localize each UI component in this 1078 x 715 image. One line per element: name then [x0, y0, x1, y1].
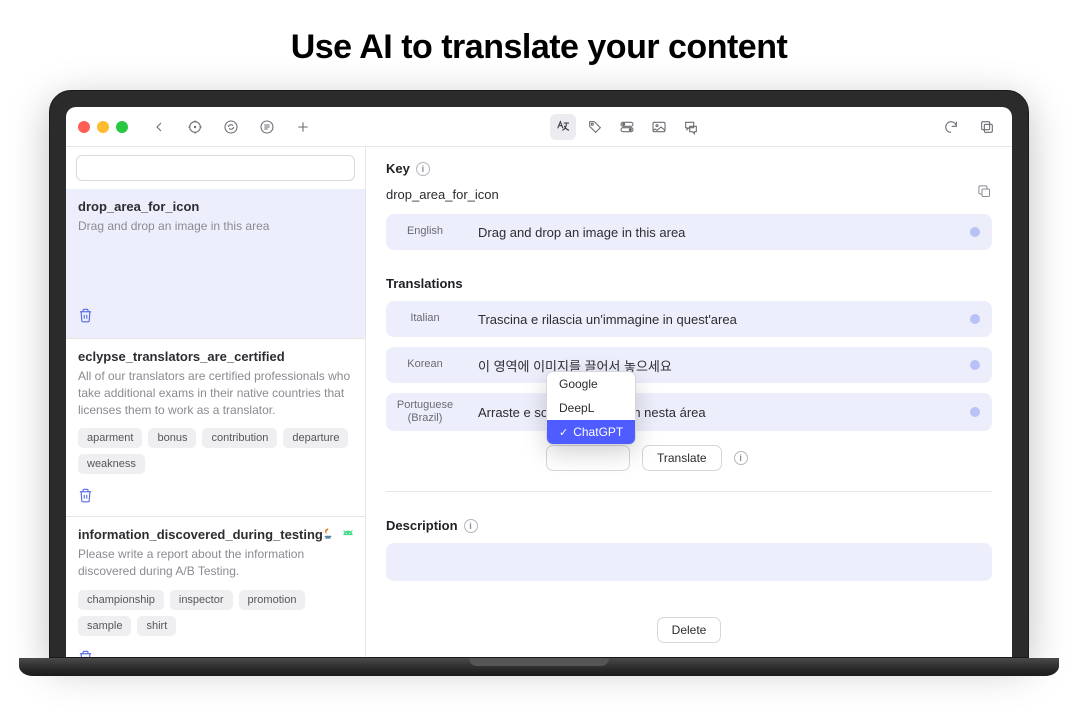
toggle-icon[interactable] [614, 114, 640, 140]
card-desc: Please write a report about the informat… [78, 546, 353, 580]
provider-select[interactable] [546, 445, 630, 471]
laptop-base [19, 658, 1059, 676]
divider [386, 491, 992, 492]
tag[interactable]: weakness [78, 454, 145, 474]
lang-label: Portuguese (Brazil) [386, 399, 464, 425]
provider-dropdown[interactable]: Google DeepL ✓ ChatGPT [546, 371, 636, 445]
sidebar: drop_area_for_icon Drag and drop an imag… [66, 147, 366, 657]
list-icon[interactable] [254, 114, 280, 140]
tag[interactable]: contribution [202, 428, 277, 448]
status-dot [970, 407, 980, 417]
maximize-window-icon[interactable] [116, 121, 128, 133]
hero-title: Use AI to translate your content [0, 0, 1078, 67]
description-label: Description i [386, 518, 992, 533]
tag[interactable]: sample [78, 616, 131, 636]
tag[interactable]: inspector [170, 590, 233, 610]
info-icon[interactable]: i [416, 162, 430, 176]
copy-key-button[interactable] [977, 184, 992, 204]
duplicate-button[interactable] [974, 114, 1000, 140]
minimize-window-icon[interactable] [97, 121, 109, 133]
center-toolbar [550, 114, 704, 140]
delete-icon[interactable] [78, 308, 93, 323]
translation-row[interactable]: Korean 이 영역에 이미지를 끌어서 놓으세요 [386, 347, 992, 383]
status-dot [970, 314, 980, 324]
key-card[interactable]: information_discovered_during_testing Pl… [66, 517, 365, 657]
lang-label: English [386, 225, 464, 238]
delete-button[interactable]: Delete [657, 617, 722, 643]
java-icon [321, 527, 335, 541]
info-icon[interactable]: i [734, 451, 748, 465]
key-section-label: Key i [386, 161, 992, 176]
source-text: Drag and drop an image in this area [478, 225, 956, 240]
provider-option[interactable]: DeepL [547, 396, 635, 420]
tag[interactable]: championship [78, 590, 164, 610]
translation-row[interactable]: Italian Trascina e rilascia un'immagine … [386, 301, 992, 337]
tag[interactable]: aparment [78, 428, 142, 448]
delete-icon[interactable] [78, 488, 93, 503]
status-dot [970, 227, 980, 237]
tag-list: aparment bonus contribution departure we… [78, 428, 353, 474]
tag-icon[interactable] [582, 114, 608, 140]
translate-button[interactable]: Translate [642, 445, 722, 471]
back-button[interactable] [146, 114, 172, 140]
card-key: eclypse_translators_are_certified [78, 349, 353, 364]
app-window: drop_area_for_icon Drag and drop an imag… [66, 107, 1012, 657]
search-input[interactable] [76, 155, 355, 181]
provider-option-selected[interactable]: ✓ ChatGPT [547, 420, 635, 444]
tag[interactable]: bonus [148, 428, 196, 448]
status-dot [970, 360, 980, 370]
check-icon: ✓ [559, 426, 568, 439]
delete-icon[interactable] [78, 650, 93, 657]
tag[interactable]: promotion [239, 590, 306, 610]
source-row[interactable]: English Drag and drop an image in this a… [386, 214, 992, 250]
window-toolbar [66, 107, 1012, 147]
translate-mode-button[interactable] [550, 114, 576, 140]
translations-label: Translations [386, 276, 992, 291]
sync-icon[interactable] [218, 114, 244, 140]
chat-icon[interactable] [678, 114, 704, 140]
android-icon [341, 527, 355, 541]
card-key: drop_area_for_icon [78, 199, 353, 214]
description-input[interactable] [386, 543, 992, 581]
translation-row[interactable]: Portuguese (Brazil) Arraste e solte uma … [386, 393, 992, 431]
tag[interactable]: departure [283, 428, 348, 448]
provider-option[interactable]: Google [547, 372, 635, 396]
laptop-mockup: drop_area_for_icon Drag and drop an imag… [49, 90, 1029, 676]
image-icon[interactable] [646, 114, 672, 140]
card-desc: All of our translators are certified pro… [78, 368, 353, 418]
tag[interactable]: shirt [137, 616, 176, 636]
info-icon[interactable]: i [464, 519, 478, 533]
card-key: information_discovered_during_testing [78, 527, 353, 542]
lang-label: Korean [386, 358, 464, 371]
traffic-lights[interactable] [78, 121, 128, 133]
refresh-button[interactable] [938, 114, 964, 140]
card-desc: Drag and drop an image in this area [78, 218, 353, 235]
key-card[interactable]: eclypse_translators_are_certified All of… [66, 339, 365, 517]
close-window-icon[interactable] [78, 121, 90, 133]
key-card[interactable]: drop_area_for_icon Drag and drop an imag… [66, 189, 365, 339]
target-icon[interactable] [182, 114, 208, 140]
key-value: drop_area_for_icon [386, 187, 499, 202]
lang-label: Italian [386, 312, 464, 325]
translation-text: Trascina e rilascia un'immagine in quest… [478, 312, 956, 327]
tag-list: championship inspector promotion sample … [78, 590, 353, 636]
add-button[interactable] [290, 114, 316, 140]
detail-pane: Key i drop_area_for_icon English Drag an… [366, 147, 1012, 657]
